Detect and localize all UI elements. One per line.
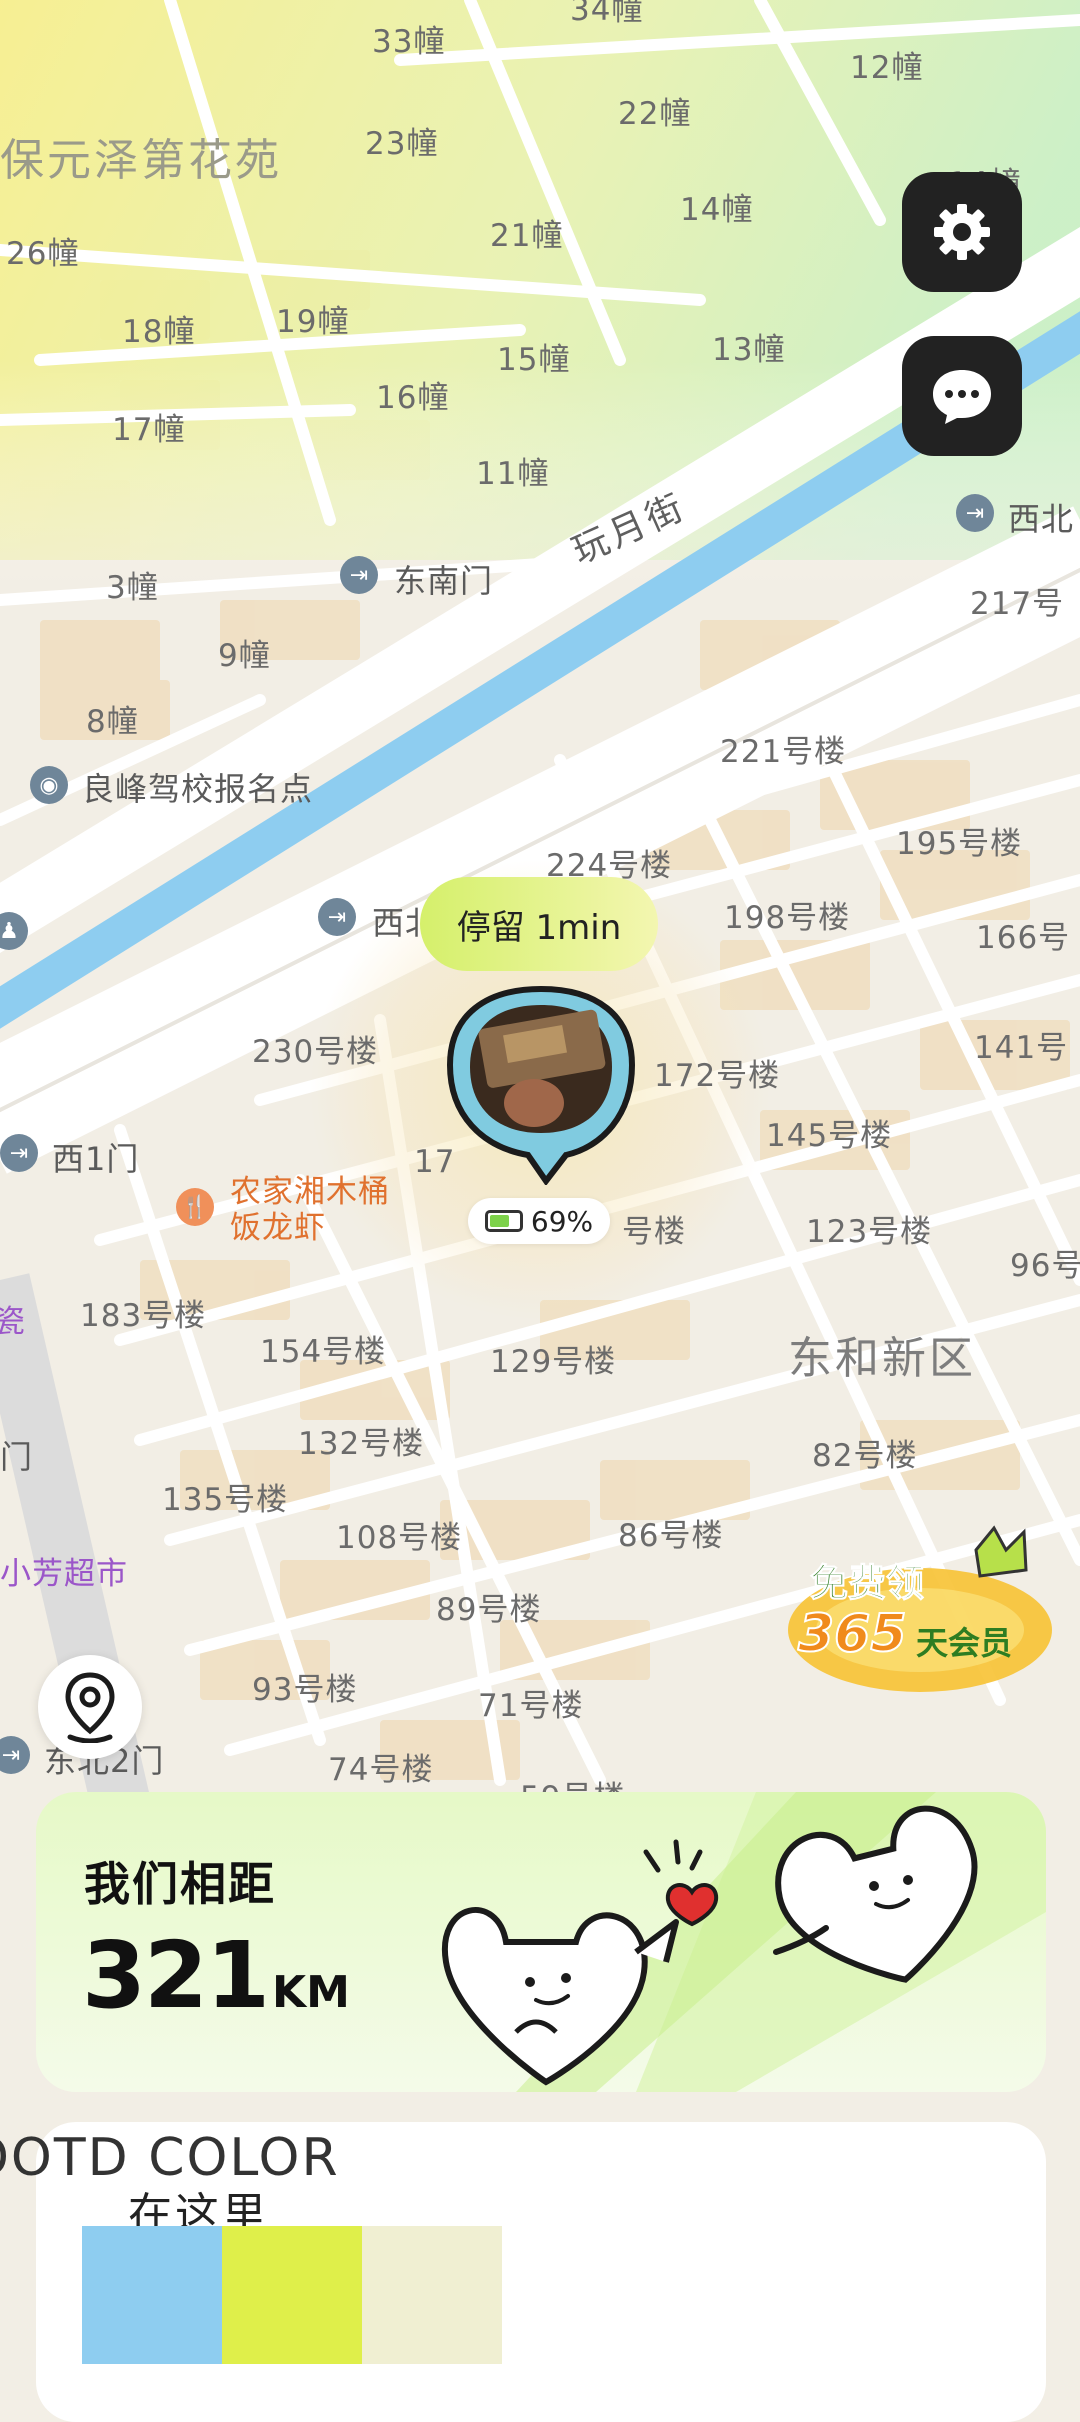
partner-avatar-marker[interactable] — [446, 985, 636, 1187]
poi-label: 瓷 — [0, 1304, 26, 1340]
building-label: 135号楼 — [162, 1482, 289, 1518]
distance-card[interactable]: 我们相距 321KM — [36, 1792, 1046, 2092]
building-label: 221号楼 — [720, 734, 847, 770]
locate-button[interactable] — [38, 1655, 142, 1759]
building-label: 22幢 — [618, 96, 692, 132]
poi-label: 东南门 — [394, 562, 494, 600]
building-label: 230号楼 — [252, 1034, 379, 1070]
stay-status-bubble: 停留 1min — [420, 877, 658, 971]
building-label: 108号楼 — [336, 1520, 463, 1556]
building-label: 34幢 — [570, 0, 644, 28]
building-label: 172号楼 — [654, 1058, 781, 1094]
gate-pin-icon: ⇥ — [956, 494, 994, 532]
building-label: 96号 — [1010, 1248, 1080, 1284]
poi-label: 西北 — [1008, 500, 1075, 538]
building-label: 23幢 — [365, 126, 439, 162]
chat-button[interactable] — [902, 336, 1022, 456]
building-label: 8幢 — [86, 704, 139, 740]
distance-unit: KM — [272, 1967, 350, 2018]
battery-badge: 69% — [468, 1198, 610, 1244]
building-label: 166号 — [976, 920, 1071, 956]
building-label: 86号楼 — [618, 1518, 724, 1554]
battery-icon — [484, 1210, 523, 1232]
building-label: 15幢 — [497, 342, 571, 378]
district-label: 东和新区 — [788, 1333, 976, 1384]
estate-label: 保元泽第花苑 — [0, 135, 282, 186]
supermarket-label: 小芳超市 — [0, 1556, 128, 1592]
building-label: 12幢 — [850, 50, 924, 86]
building-label: 217号 — [970, 586, 1065, 622]
avatar — [446, 985, 636, 1187]
building-label: 13幢 — [712, 332, 786, 368]
building-label: 号楼 — [622, 1214, 686, 1250]
building-label: 17幢 — [112, 412, 186, 448]
building-label: 129号楼 — [490, 1344, 617, 1380]
building-label: 183号楼 — [80, 1298, 207, 1334]
building-label: 71号楼 — [478, 1688, 584, 1724]
distance-number: 321 — [82, 1922, 270, 2029]
car-pin-icon: ◉ — [30, 766, 68, 804]
location-pin-icon — [65, 1672, 115, 1743]
poi-label: 门 — [0, 1438, 34, 1476]
building-label: 3幢 — [106, 570, 159, 606]
poi-label: 良峰驾校报名点 — [82, 770, 314, 808]
ootd-color-swatch[interactable] — [82, 2226, 222, 2364]
distance-title: 我们相距 — [84, 1857, 276, 1911]
building-label: 82号楼 — [812, 1438, 918, 1474]
building-label: 9幢 — [218, 638, 271, 674]
promo-number: 365 — [797, 1603, 908, 1665]
chat-bubble-icon — [933, 370, 991, 424]
building-label: 93号楼 — [252, 1672, 358, 1708]
building-label: 19幢 — [276, 304, 350, 340]
building-label: 195号楼 — [896, 826, 1023, 862]
settings-button[interactable] — [902, 172, 1022, 292]
building-label: 11幢 — [476, 456, 550, 492]
building-label: 18幢 — [122, 314, 196, 350]
building-label: 154号楼 — [260, 1334, 387, 1370]
building-label: 145号楼 — [766, 1118, 893, 1154]
gate-pin-icon: ⇥ — [0, 1134, 38, 1172]
building-label: 26幢 — [6, 236, 80, 272]
building-label: 16幢 — [376, 380, 450, 416]
free-membership-promo[interactable]: 免费领 365 天会员 — [780, 1510, 1060, 1710]
gate-pin-icon: ⇥ — [318, 898, 356, 936]
building-label: 33幢 — [372, 24, 446, 60]
building-label: 123号楼 — [806, 1214, 933, 1250]
building-label: 89号楼 — [436, 1592, 542, 1628]
building-label: 74号楼 — [328, 1752, 434, 1788]
gear-icon — [934, 204, 990, 260]
gate-pin-icon: ⇥ — [340, 556, 378, 594]
restaurant-pin-icon: 🍴 — [176, 1188, 214, 1226]
building-label: 141号 — [974, 1030, 1069, 1066]
building-label: 198号楼 — [724, 900, 851, 936]
battery-text: 69% — [530, 1204, 594, 1238]
ootd-color-swatch[interactable] — [362, 2226, 502, 2364]
building-label: 14幢 — [680, 192, 754, 228]
ootd-color-swatch[interactable] — [222, 2226, 362, 2364]
poi-label: 西1门 — [52, 1140, 140, 1178]
promo-line2: 天会员 — [916, 1624, 1013, 1662]
restaurant-label: 农家湘木桶饭龙虾 — [230, 1174, 390, 1246]
building-label: 132号楼 — [298, 1426, 425, 1462]
building-label: 21幢 — [490, 218, 564, 254]
distance-value: 321KM — [82, 1922, 350, 2029]
promo-line1: 免费领 — [809, 1561, 925, 1606]
